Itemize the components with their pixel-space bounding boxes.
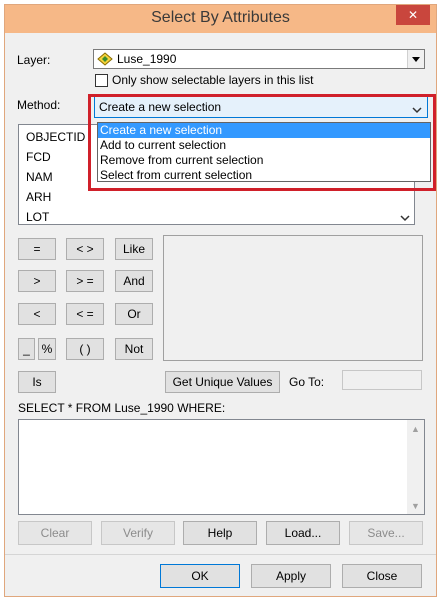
less-than-button[interactable]: < bbox=[18, 303, 56, 325]
select-by-attributes-dialog: Select By Attributes ✕ Layer: Luse_1990 … bbox=[4, 4, 437, 597]
underscore-button[interactable]: _ bbox=[18, 338, 35, 360]
and-button[interactable]: And bbox=[115, 270, 153, 292]
goto-input[interactable] bbox=[342, 370, 422, 390]
highlight-box bbox=[88, 94, 436, 191]
query-textarea[interactable]: ▲ ▼ bbox=[18, 419, 425, 515]
scroll-up-icon[interactable]: ▲ bbox=[407, 420, 424, 437]
only-selectable-label: Only show selectable layers in this list bbox=[112, 73, 314, 87]
parentheses-button[interactable]: ( ) bbox=[66, 338, 104, 360]
like-button[interactable]: Like bbox=[115, 238, 153, 260]
ok-button[interactable]: OK bbox=[160, 564, 240, 588]
equals-button[interactable]: = bbox=[18, 238, 56, 260]
is-button[interactable]: Is bbox=[18, 371, 56, 393]
dialog-title: Select By Attributes bbox=[151, 9, 290, 26]
method-label: Method: bbox=[17, 98, 61, 112]
close-window-button[interactable]: ✕ bbox=[396, 5, 430, 25]
not-equals-button[interactable]: < > bbox=[66, 238, 104, 260]
layer-value: Luse_1990 bbox=[117, 52, 177, 66]
clear-button[interactable]: Clear bbox=[18, 521, 92, 545]
footer-divider bbox=[5, 554, 436, 555]
goto-label: Go To: bbox=[289, 375, 325, 389]
load-button[interactable]: Load... bbox=[266, 521, 340, 545]
or-button[interactable]: Or bbox=[115, 303, 153, 325]
only-selectable-checkbox[interactable] bbox=[95, 74, 108, 87]
greater-equal-button[interactable]: > = bbox=[66, 270, 104, 292]
scroll-down-icon[interactable]: ▼ bbox=[407, 497, 424, 514]
get-unique-values-button[interactable]: Get Unique Values bbox=[165, 371, 280, 393]
field-item-fcd[interactable]: FCD bbox=[26, 150, 51, 164]
layer-select[interactable]: Luse_1990 bbox=[93, 49, 425, 69]
layer-label: Layer: bbox=[17, 53, 51, 67]
greater-than-button[interactable]: > bbox=[18, 270, 56, 292]
layer-icon bbox=[97, 52, 113, 66]
query-label: SELECT * FROM Luse_1990 WHERE: bbox=[18, 401, 226, 415]
verify-button[interactable]: Verify bbox=[101, 521, 175, 545]
help-button[interactable]: Help bbox=[183, 521, 257, 545]
close-button[interactable]: Close bbox=[342, 564, 422, 588]
unique-values-list[interactable] bbox=[163, 235, 423, 361]
chevron-down-icon[interactable] bbox=[400, 211, 410, 225]
not-button[interactable]: Not bbox=[115, 338, 153, 360]
title-bar: Select By Attributes ✕ bbox=[5, 5, 436, 33]
apply-button[interactable]: Apply bbox=[251, 564, 331, 588]
less-equal-button[interactable]: < = bbox=[66, 303, 104, 325]
percent-button[interactable]: % bbox=[38, 338, 56, 360]
chevron-down-icon[interactable] bbox=[407, 50, 424, 68]
field-item-arh[interactable]: ARH bbox=[26, 190, 51, 204]
field-item-objectid[interactable]: OBJECTID bbox=[26, 130, 85, 144]
field-item-nam[interactable]: NAM bbox=[26, 170, 53, 184]
save-button[interactable]: Save... bbox=[349, 521, 423, 545]
field-item-lot[interactable]: LOT bbox=[26, 210, 49, 224]
query-scrollbar[interactable]: ▲ ▼ bbox=[407, 420, 424, 514]
